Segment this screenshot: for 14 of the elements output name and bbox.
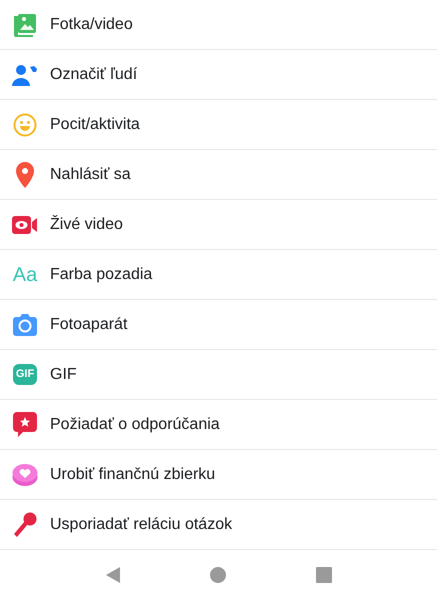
microphone-icon — [13, 512, 37, 538]
location-pin-icon — [15, 162, 35, 188]
photo-icon — [13, 12, 37, 36]
square-icon — [316, 566, 332, 582]
camera-icon — [13, 314, 37, 336]
person-tag-icon — [12, 62, 38, 86]
gif-icon: GIF — [12, 364, 38, 385]
back-triangle-icon — [104, 566, 121, 584]
home-circle-icon — [210, 566, 226, 582]
smiley-icon — [13, 112, 37, 136]
video-camera-icon — [12, 214, 38, 234]
speech-bubble-star-icon — [13, 412, 37, 438]
font-icon: Aa — [12, 264, 38, 284]
heart-coin-icon — [12, 462, 38, 486]
